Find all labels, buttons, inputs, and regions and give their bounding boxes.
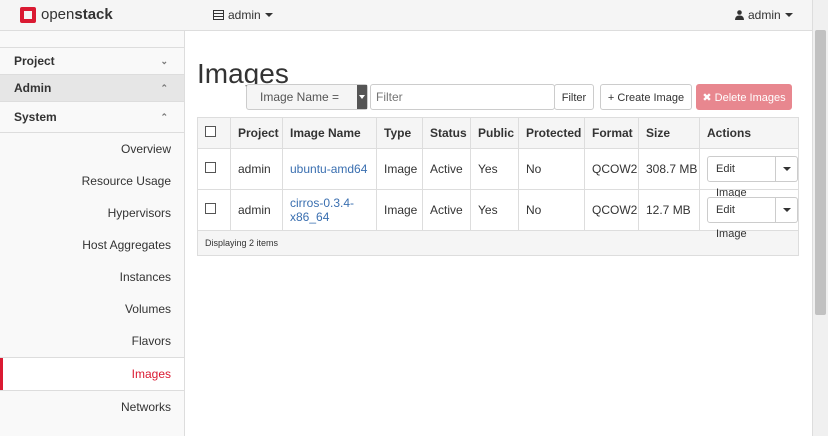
sidebar-item-flavors[interactable]: Flavors — [0, 325, 184, 357]
chevron-up-icon: ⌃ — [160, 112, 168, 122]
sidebar-item-networks[interactable]: Networks — [0, 391, 184, 423]
column-header-public[interactable]: Public — [470, 117, 519, 149]
column-header-type[interactable]: Type — [376, 117, 423, 149]
select-all-checkbox[interactable] — [205, 126, 216, 137]
cell-actions: Edit Image — [699, 148, 799, 199]
sidebar-section-project[interactable]: Project ⌄ — [0, 47, 184, 75]
cell-type: Image — [376, 189, 423, 231]
row-checkbox[interactable] — [205, 203, 216, 214]
filter-field-label: Image Name = — [260, 90, 340, 104]
image-name-link[interactable]: cirros-0.3.4-x86_64 — [290, 196, 356, 224]
sidebar-section-label: Project — [14, 54, 55, 68]
column-header-format[interactable]: Format — [584, 117, 639, 149]
user-menu-label: admin — [748, 8, 781, 22]
edit-image-button[interactable]: Edit Image — [707, 156, 776, 199]
create-image-label: Create Image — [617, 92, 685, 104]
scrollbar-thumb[interactable] — [815, 30, 826, 315]
cell-image-name: ubuntu-amd64 — [282, 148, 377, 190]
user-menu-dropdown[interactable]: admin — [735, 8, 793, 22]
filter-field-select[interactable]: Image Name = — [246, 84, 368, 110]
sidebar: Project ⌄ Admin ⌃ System ⌃ Overview Reso… — [0, 31, 185, 436]
sidebar-item-hypervisors[interactable]: Hypervisors — [0, 197, 184, 229]
column-header-size[interactable]: Size — [638, 117, 700, 149]
sidebar-section-label: Admin — [14, 81, 52, 95]
row-select-cell — [197, 189, 231, 231]
images-table: Project Image Name Type Status Public Pr… — [197, 117, 799, 256]
select-all-cell — [197, 117, 231, 149]
image-name-link[interactable]: ubuntu-amd64 — [290, 162, 367, 176]
server-icon — [213, 10, 224, 20]
sidebar-section-system[interactable]: System ⌃ — [0, 102, 184, 133]
project-selector-label: admin — [228, 8, 261, 22]
cell-protected: No — [518, 189, 585, 231]
top-navbar: openstack admin admin — [0, 0, 812, 31]
row-actions-group: Edit Image — [707, 156, 798, 199]
chevron-up-icon: ⌃ — [160, 83, 168, 93]
table-actions: Image Name = Filter + Create Image ✖ Del… — [197, 83, 799, 111]
select-arrow-icon — [357, 85, 367, 109]
sidebar-item-images[interactable]: Images — [0, 357, 184, 391]
column-header-project[interactable]: Project — [230, 117, 283, 149]
vertical-scrollbar[interactable] — [812, 0, 828, 436]
cell-type: Image — [376, 148, 423, 190]
row-actions-dropdown-toggle[interactable] — [775, 156, 798, 182]
create-image-button[interactable]: + Create Image — [600, 84, 692, 110]
table-row: admin cirros-0.3.4-x86_64 Image Active Y… — [197, 189, 799, 240]
cell-image-name: cirros-0.3.4-x86_64 — [282, 189, 377, 231]
sidebar-item-volumes[interactable]: Volumes — [0, 293, 184, 325]
cell-actions: Edit Image — [699, 189, 799, 240]
sidebar-section-admin[interactable]: Admin ⌃ — [0, 75, 184, 102]
column-header-actions: Actions — [699, 117, 799, 149]
column-header-image-name[interactable]: Image Name — [282, 117, 377, 149]
sidebar-item-instances[interactable]: Instances — [0, 261, 184, 293]
chevron-down-icon: ⌄ — [160, 56, 168, 66]
openstack-logo-icon — [20, 6, 36, 23]
cell-protected: No — [518, 148, 585, 190]
table-footer-row: Displaying 2 items — [197, 230, 799, 256]
filter-button[interactable]: Filter — [554, 84, 594, 110]
caret-down-icon — [784, 13, 793, 17]
table-item-count: Displaying 2 items — [197, 230, 799, 256]
plus-icon: + — [607, 92, 615, 104]
sidebar-item-host-aggregates[interactable]: Host Aggregates — [0, 229, 184, 261]
filter-input[interactable] — [370, 84, 555, 110]
row-actions-group: Edit Image — [707, 197, 798, 240]
edit-image-button[interactable]: Edit Image — [707, 197, 776, 240]
brand-logo[interactable]: openstack — [20, 6, 113, 23]
column-header-protected[interactable]: Protected — [518, 117, 585, 149]
sidebar-section-label: System — [14, 110, 57, 124]
cell-format: QCOW2 — [584, 148, 639, 190]
x-icon: ✖ — [702, 92, 712, 104]
delete-images-label: Delete Images — [714, 92, 786, 104]
sidebar-item-overview[interactable]: Overview — [0, 133, 184, 165]
column-header-status[interactable]: Status — [422, 117, 471, 149]
user-icon — [735, 10, 744, 20]
row-checkbox[interactable] — [205, 162, 216, 173]
cell-project: admin — [230, 148, 283, 190]
row-select-cell — [197, 148, 231, 190]
cell-status: Active — [422, 148, 471, 190]
caret-down-icon — [264, 13, 273, 17]
row-actions-dropdown-toggle[interactable] — [775, 197, 798, 223]
table-header-row: Project Image Name Type Status Public Pr… — [197, 117, 799, 149]
cell-size: 12.7 MB — [638, 189, 700, 231]
brand-name: openstack — [41, 6, 113, 23]
project-selector-dropdown[interactable]: admin — [213, 8, 273, 22]
cell-format: QCOW2 — [584, 189, 639, 231]
cell-project: admin — [230, 189, 283, 231]
cell-status: Active — [422, 189, 471, 231]
table-row: admin ubuntu-amd64 Image Active Yes No Q… — [197, 148, 799, 199]
delete-images-button[interactable]: ✖ Delete Images — [696, 84, 792, 110]
sidebar-item-resource-usage[interactable]: Resource Usage — [0, 165, 184, 197]
cell-public: Yes — [470, 148, 519, 190]
cell-public: Yes — [470, 189, 519, 231]
cell-size: 308.7 MB — [638, 148, 700, 190]
